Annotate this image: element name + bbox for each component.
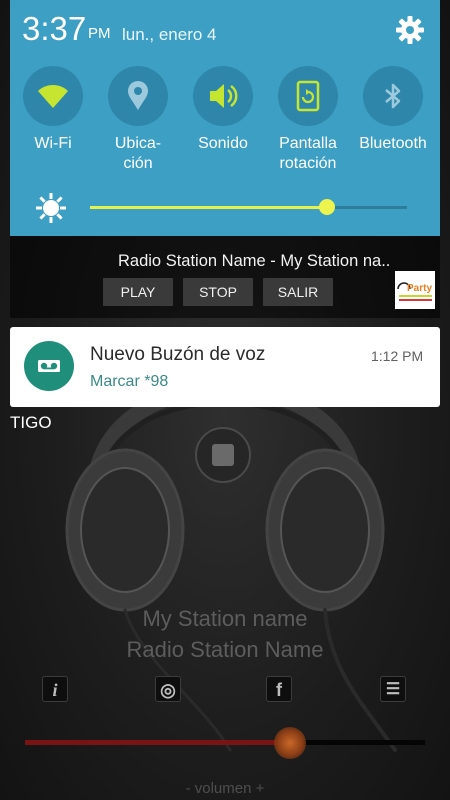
volume-slider-filled[interactable] [25, 740, 290, 745]
sound-icon [210, 84, 238, 108]
volume-slider-track[interactable] [290, 740, 425, 745]
station-logo: Party [395, 271, 435, 309]
menu-icon[interactable]: ☰ [380, 676, 406, 702]
stop-icon [212, 444, 234, 466]
clock-ampm: PM [88, 25, 111, 42]
toggle-location-button[interactable] [108, 66, 168, 126]
settings-gear-icon[interactable] [395, 15, 425, 45]
toggle-rotation-label: Pantalla rotación [279, 135, 337, 172]
volume-label: - volumen + [185, 780, 265, 797]
media-notification[interactable]: Radio Station Name - My Station na.. PLA… [10, 236, 440, 318]
play-button[interactable]: PLAY [103, 278, 173, 306]
location-icon [128, 81, 148, 110]
globe-icon[interactable]: ◎ [155, 676, 181, 702]
toggle-location[interactable]: Ubica- ción [95, 66, 181, 174]
player-stop-button[interactable] [195, 427, 251, 483]
volume-slider-thumb[interactable] [274, 727, 306, 759]
exit-button[interactable]: SALIR [263, 278, 333, 306]
station-name: My Station name [142, 606, 308, 631]
voicemail-time: 1:12 PM [371, 348, 424, 364]
toggle-bluetooth-label: Bluetooth [359, 135, 427, 152]
toggle-wifi-label: Wi-Fi [34, 135, 72, 152]
toggle-rotation-button[interactable] [278, 66, 338, 126]
voicemail-title: Nuevo Buzón de voz [90, 344, 266, 365]
toggle-screen-rotation[interactable]: Pantalla rotación [265, 66, 351, 174]
toggle-location-label: Ubica- ción [114, 135, 162, 172]
wifi-icon [38, 85, 68, 108]
info-icon[interactable]: i [42, 676, 68, 702]
party-fm-logo: Party [395, 271, 435, 309]
facebook-icon[interactable]: f [266, 676, 292, 702]
clock-date[interactable]: lun., enero 4 [122, 25, 217, 45]
toggle-bluetooth-button[interactable] [363, 66, 423, 126]
toggle-sound[interactable]: Sonido [180, 66, 266, 154]
brightness-icon[interactable] [36, 193, 66, 223]
screen-rotation-icon [296, 80, 320, 112]
voicemail-notification[interactable]: Nuevo Buzón de voz Marcar *98 1:12 PM [10, 327, 440, 407]
voicemail-icon [24, 341, 74, 391]
toggle-bluetooth[interactable]: Bluetooth [350, 66, 436, 154]
toggle-wifi[interactable]: Wi-Fi [10, 66, 96, 154]
stop-button[interactable]: STOP [183, 278, 253, 306]
brightness-slider-thumb[interactable] [319, 199, 335, 215]
toggle-sound-label: Sonido [198, 135, 248, 152]
voicemail-subtitle: Marcar *98 [90, 373, 169, 390]
toggle-sound-button[interactable] [193, 66, 253, 126]
carrier-label: TIGO [10, 413, 52, 432]
brightness-slider-track[interactable] [327, 206, 407, 209]
bluetooth-icon [385, 83, 401, 109]
logo-text: Party [407, 283, 432, 294]
radio-name: Radio Station Name [126, 637, 324, 662]
quick-settings-panel: 3:37 PM lun., enero 4 Wi-Fi Ubica- ción … [10, 0, 440, 236]
toggle-wifi-button[interactable] [23, 66, 83, 126]
media-title: Radio Station Name - My Station na.. [118, 252, 391, 270]
clock-time: 3:37 [22, 10, 87, 47]
brightness-slider-filled[interactable] [90, 206, 327, 209]
